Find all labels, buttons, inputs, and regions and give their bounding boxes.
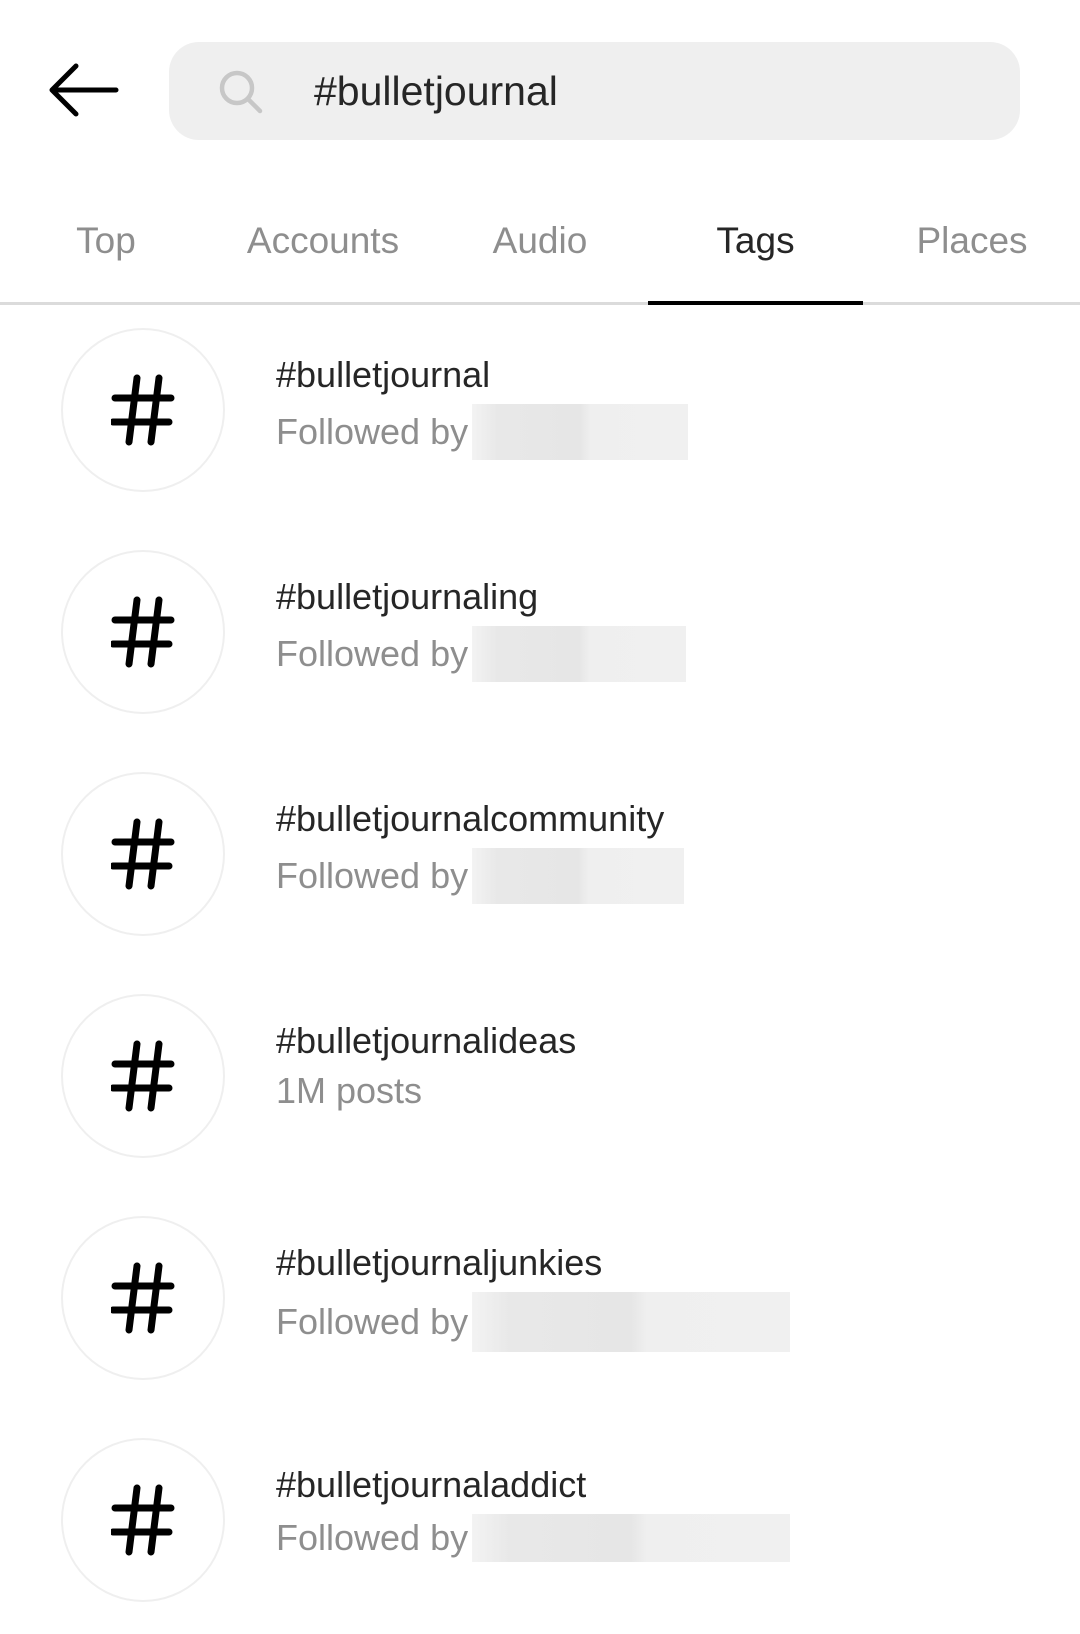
hashtag-name: #bulletjournaladdict bbox=[276, 1464, 587, 1505]
tab-tags[interactable]: Tags bbox=[648, 180, 863, 305]
tab-top[interactable]: Top bbox=[30, 180, 182, 302]
redacted-block bbox=[472, 404, 689, 460]
hashtag-avatar bbox=[61, 1438, 225, 1602]
hashtag-subtitle: Followed by bbox=[276, 848, 685, 904]
hashtag-icon bbox=[111, 596, 175, 668]
hashtag-icon bbox=[111, 1262, 175, 1334]
list-item[interactable]: #bulletjournaljunkies Followed by bbox=[0, 1188, 1080, 1410]
list-item[interactable]: #bulletjournalideas 1M posts bbox=[0, 966, 1080, 1188]
tab-accounts[interactable]: Accounts bbox=[220, 180, 426, 302]
hashtag-subtitle: Followed by bbox=[276, 626, 687, 682]
list-item[interactable]: #bulletjournaling Followed by bbox=[0, 522, 1080, 744]
redacted-block bbox=[472, 1292, 791, 1352]
hashtag-name: #bulletjournalideas bbox=[276, 1020, 577, 1061]
tab-audio[interactable]: Audio bbox=[450, 180, 630, 302]
list-item[interactable]: #bulletjournalcommunity Followed by bbox=[0, 744, 1080, 966]
hashtag-subtitle: 1M posts bbox=[276, 1070, 423, 1111]
hashtag-avatar bbox=[61, 550, 225, 714]
list-item[interactable]: #bulletjournaladdict Followed by bbox=[0, 1410, 1080, 1632]
search-input[interactable] bbox=[314, 42, 964, 140]
hashtag-icon bbox=[111, 1484, 175, 1556]
redacted-block bbox=[472, 1514, 791, 1562]
hashtag-subtitle: Followed by bbox=[276, 1292, 791, 1352]
hashtag-name: #bulletjournaling bbox=[276, 576, 539, 617]
hashtag-avatar bbox=[61, 328, 225, 492]
search-bar[interactable] bbox=[169, 42, 1020, 140]
tab-places[interactable]: Places bbox=[880, 180, 1064, 302]
hashtag-name: #bulletjournal bbox=[276, 354, 491, 395]
redacted-block bbox=[472, 626, 687, 682]
back-button[interactable] bbox=[46, 60, 122, 120]
arrow-left-icon bbox=[49, 63, 119, 117]
tab-bar: Top Accounts Audio Tags Places bbox=[0, 180, 1080, 305]
search-icon bbox=[219, 70, 263, 114]
hashtag-icon bbox=[111, 374, 175, 446]
hashtag-icon bbox=[111, 1040, 175, 1112]
hashtag-icon bbox=[111, 818, 175, 890]
hashtag-name: #bulletjournalcommunity bbox=[276, 798, 665, 839]
hashtag-subtitle: Followed by bbox=[276, 1514, 791, 1562]
list-item[interactable]: #bulletjournal Followed by bbox=[0, 300, 1080, 522]
hashtag-avatar bbox=[61, 994, 225, 1158]
hashtag-name: #bulletjournaljunkies bbox=[276, 1242, 603, 1283]
hashtag-subtitle: Followed by bbox=[276, 404, 689, 460]
redacted-block bbox=[472, 848, 685, 904]
hashtag-avatar bbox=[61, 1216, 225, 1380]
hashtag-avatar bbox=[61, 772, 225, 936]
